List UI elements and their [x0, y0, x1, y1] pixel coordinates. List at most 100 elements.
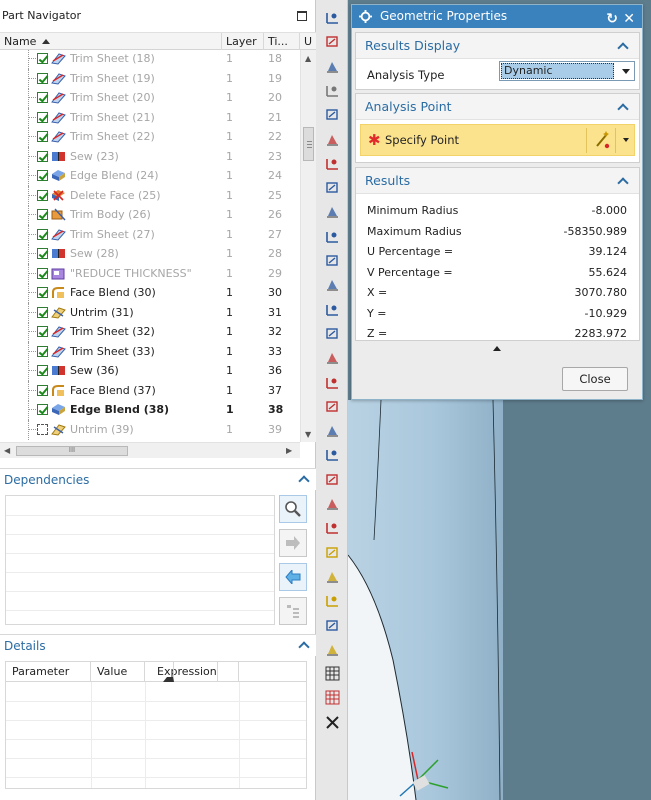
chevron-up-icon[interactable] [493, 346, 501, 351]
column-header-expression[interactable]: Expression [145, 662, 239, 682]
visibility-checkbox[interactable] [37, 423, 48, 435]
tree-row[interactable]: Edge Blend (38) 1 38 [0, 400, 300, 420]
tree-row[interactable]: Trim Sheet (32) 1 32 [0, 322, 300, 342]
chevron-down-icon[interactable] [623, 138, 629, 142]
magnify-icon[interactable] [279, 495, 307, 523]
visibility-checkbox[interactable] [37, 72, 48, 84]
details-header[interactable]: Details [0, 634, 316, 656]
specify-point-row[interactable]: ✱ Specify Point [360, 124, 635, 156]
visibility-checkbox[interactable] [37, 306, 48, 318]
visibility-checkbox[interactable] [37, 111, 48, 123]
curve-tool-icon[interactable] [325, 34, 340, 49]
visibility-checkbox[interactable] [37, 131, 48, 142]
visibility-checkbox[interactable] [37, 228, 48, 240]
tree-row[interactable]: Face Blend (30) 1 30 [0, 283, 300, 303]
tree-row[interactable]: Trim Sheet (22) 1 22 [0, 127, 300, 147]
tree-horizontal-scrollbar[interactable]: ◀ III ▶ [0, 442, 300, 458]
arrow-right-icon[interactable] [279, 529, 307, 557]
analysis-type-select[interactable]: Dynamic [499, 61, 635, 81]
collapse-chevron-icon[interactable] [298, 475, 310, 487]
results-header[interactable]: Results [356, 168, 639, 194]
arrow-left-icon[interactable] [279, 563, 307, 591]
delete-icon[interactable] [325, 715, 340, 730]
tree-row[interactable]: Trim Sheet (33) 1 33 [0, 341, 300, 362]
axis-yc-icon[interactable] [325, 472, 340, 487]
tree-row[interactable]: Untrim (39) 1 39 [0, 419, 300, 440]
collapse-dialog-bar[interactable] [355, 342, 640, 356]
results-display-header[interactable]: Results Display [356, 33, 639, 59]
close-button[interactable]: Close [562, 367, 628, 391]
grid-icon[interactable] [325, 666, 340, 681]
scroll-left-arrow-icon[interactable]: ◀ [4, 446, 10, 455]
visibility-checkbox[interactable] [37, 384, 48, 396]
column-header-value[interactable]: Value [91, 662, 145, 682]
scroll-up-arrow-icon[interactable]: ▲ [305, 54, 311, 63]
visibility-checkbox[interactable] [37, 365, 48, 376]
analysis-point-header[interactable]: Analysis Point [356, 94, 639, 120]
tree-row[interactable]: Trim Sheet (20) 1 20 [0, 88, 300, 108]
tree-row[interactable]: Delete Face (25) 1 25 [0, 185, 300, 206]
tree-row[interactable]: Trim Body (26) 1 26 [0, 205, 300, 225]
grid-color-icon[interactable] [325, 690, 340, 705]
section-icon[interactable] [325, 350, 340, 365]
visibility-checkbox[interactable] [37, 345, 48, 357]
scroll-right-arrow-icon[interactable]: ▶ [286, 446, 292, 455]
column-header-layer[interactable]: Layer [222, 33, 264, 50]
tree-view-icon[interactable] [279, 597, 307, 625]
axis-red-icon[interactable] [325, 399, 340, 414]
point-set-icon[interactable] [325, 59, 340, 74]
tree-row[interactable]: Sew (23) 1 23 [0, 146, 300, 167]
maximize-panel-icon[interactable] [297, 11, 307, 21]
axis-triad-icon[interactable] [325, 423, 340, 438]
tree-row[interactable]: Sew (36) 1 36 [0, 361, 300, 381]
visibility-checkbox[interactable] [37, 189, 48, 201]
visibility-checkbox[interactable] [37, 92, 48, 103]
visibility-checkbox[interactable] [37, 150, 48, 162]
dependencies-header[interactable]: Dependencies [0, 468, 316, 490]
tree-row[interactable]: Face Blend (37) 1 37 [0, 380, 300, 401]
stack-icon[interactable] [325, 229, 340, 244]
link-icon[interactable] [325, 642, 340, 657]
column-header-parameter[interactable]: Parameter [6, 662, 91, 682]
reset-icon[interactable]: ↻ [606, 8, 618, 31]
extrude-icon[interactable] [325, 180, 340, 195]
visibility-checkbox[interactable] [37, 53, 48, 64]
vector-point-icon[interactable] [325, 520, 340, 535]
coordinate-icon[interactable] [325, 107, 340, 122]
sheet-layers-icon[interactable] [325, 277, 340, 292]
visibility-checkbox[interactable] [37, 248, 48, 259]
point-dialog-button[interactable] [586, 128, 616, 153]
tree-row[interactable]: Trim Sheet (21) 1 21 [0, 107, 300, 128]
visibility-checkbox[interactable] [37, 209, 48, 220]
vector-icon[interactable] [325, 496, 340, 511]
scroll-thumb[interactable] [303, 127, 314, 161]
hierarchy-icon[interactable] [325, 326, 340, 341]
axis-zc-icon[interactable] [325, 447, 340, 462]
x-axis-icon[interactable] [325, 10, 340, 25]
wave-icon[interactable] [325, 302, 340, 317]
layer-icon[interactable] [325, 83, 340, 98]
tree-row[interactable]: Untrim (31) 1 31 [0, 302, 300, 323]
visibility-checkbox[interactable] [37, 267, 48, 279]
tree-row[interactable]: Trim Sheet (27) 1 27 [0, 224, 300, 245]
tree-row[interactable]: Edge Blend (24) 1 24 [0, 166, 300, 186]
column-header-name[interactable]: Name [0, 33, 222, 50]
visibility-checkbox[interactable] [37, 326, 48, 337]
column-header-u[interactable]: U [300, 33, 316, 50]
tree-row[interactable]: Sew (28) 1 28 [0, 244, 300, 264]
collapse-chevron-icon[interactable] [617, 103, 629, 115]
dialog-title-bar[interactable]: Geometric Properties ↻ ✕ [352, 5, 642, 28]
horizontal-scroll-thumb[interactable]: III [16, 446, 128, 456]
add-object-icon[interactable] [325, 545, 340, 560]
surface-icon[interactable] [325, 204, 340, 219]
wand-icon[interactable] [325, 593, 340, 608]
tree-row[interactable]: Trim Sheet (18) 1 18 [0, 50, 300, 69]
capture-icon[interactable] [325, 618, 340, 633]
scroll-down-arrow-icon[interactable]: ▼ [305, 430, 311, 439]
add-feature-icon[interactable] [325, 569, 340, 584]
datum-csys-icon[interactable] [325, 375, 340, 390]
collapse-chevron-icon[interactable] [617, 42, 629, 54]
visibility-checkbox[interactable] [37, 170, 48, 181]
tree-row[interactable]: "REDUCE THICKNESS" 1 29 [0, 263, 300, 284]
target-icon[interactable] [325, 156, 340, 171]
